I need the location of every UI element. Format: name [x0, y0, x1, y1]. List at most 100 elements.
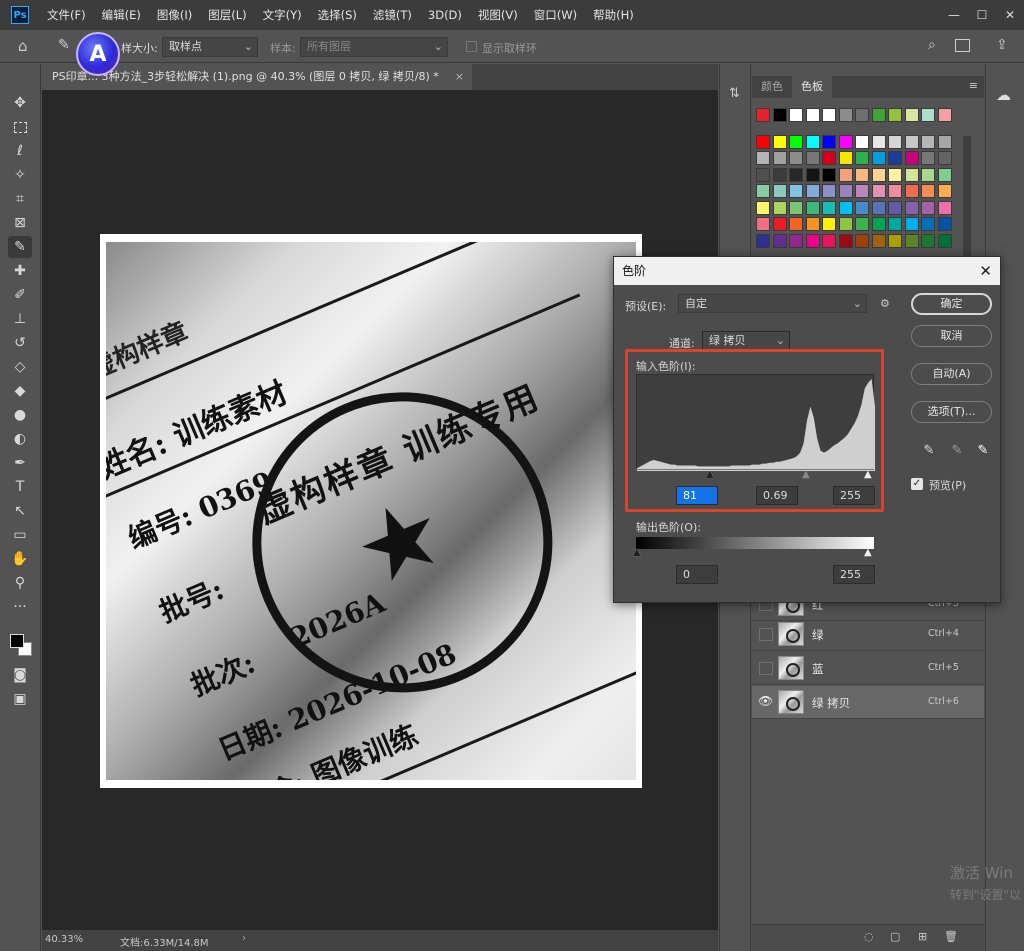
- color-swatch[interactable]: [789, 233, 803, 248]
- color-swatch[interactable]: [904, 200, 919, 215]
- color-swatch[interactable]: [904, 108, 919, 122]
- color-swatch[interactable]: [822, 200, 836, 215]
- paint-bucket-tool-icon[interactable]: ◆: [8, 380, 32, 402]
- panel-menu-icon[interactable]: ≡: [969, 79, 978, 92]
- dodge-tool-icon[interactable]: ◐: [8, 428, 32, 450]
- sample-size-select[interactable]: 取样点 ⌄: [162, 37, 258, 57]
- path-select-tool-icon[interactable]: ↖: [8, 500, 32, 522]
- color-swatch[interactable]: [871, 200, 886, 215]
- color-swatch[interactable]: [855, 167, 869, 182]
- color-swatch[interactable]: [871, 217, 886, 231]
- color-swatch[interactable]: [904, 134, 919, 149]
- menu-filter[interactable]: 滤镜(T): [365, 0, 420, 30]
- quick-mask-icon[interactable]: ◙: [8, 664, 32, 686]
- preview-checkbox[interactable]: ✓: [911, 478, 923, 490]
- color-swatch[interactable]: [838, 151, 853, 165]
- color-swatch[interactable]: [904, 184, 919, 198]
- color-swatch[interactable]: [888, 217, 902, 231]
- layer-row-green-copy[interactable]: 👁 绿 拷贝 Ctrl+6: [752, 686, 984, 719]
- color-swatch[interactable]: [805, 108, 820, 122]
- color-swatch[interactable]: [772, 108, 787, 122]
- eyedropper-icon[interactable]: ✎: [58, 37, 70, 53]
- color-swatch[interactable]: [772, 184, 787, 198]
- color-swatch[interactable]: [871, 134, 886, 149]
- color-swatch[interactable]: [888, 134, 902, 149]
- color-swatch[interactable]: [904, 151, 919, 165]
- eraser-tool-icon[interactable]: ◇: [8, 356, 32, 378]
- color-swatch[interactable]: [772, 217, 787, 231]
- group-icon[interactable]: ▢: [890, 930, 900, 943]
- color-swatch[interactable]: [822, 233, 836, 248]
- search-icon[interactable]: ⌕: [928, 37, 936, 53]
- color-swatch[interactable]: [772, 134, 787, 149]
- workspace-icon[interactable]: [955, 39, 970, 52]
- cancel-button[interactable]: 取消: [911, 325, 992, 347]
- show-ring-checkbox[interactable]: [466, 41, 477, 52]
- color-swatch[interactable]: [855, 151, 869, 165]
- move-tool-icon[interactable]: ✥: [8, 92, 32, 114]
- color-swatch[interactable]: [756, 217, 770, 231]
- output-white-field[interactable]: 255: [833, 565, 875, 584]
- color-swatch[interactable]: [822, 151, 836, 165]
- auto-button[interactable]: 自动(A): [911, 363, 992, 385]
- layer-visibility-toggle[interactable]: [759, 628, 773, 641]
- color-swatch[interactable]: [888, 108, 902, 122]
- color-swatch[interactable]: [855, 200, 869, 215]
- color-swatch[interactable]: [838, 167, 853, 182]
- color-swatch[interactable]: [789, 184, 803, 198]
- color-swatch[interactable]: [888, 200, 902, 215]
- color-swatch[interactable]: [937, 233, 952, 248]
- history-panel-icon[interactable]: ⇅: [729, 86, 740, 101]
- color-swatch[interactable]: [772, 200, 787, 215]
- black-eyedropper-icon[interactable]: ✎: [920, 443, 938, 461]
- color-swatch[interactable]: [888, 167, 902, 182]
- color-swatch[interactable]: [871, 167, 886, 182]
- color-swatch[interactable]: [756, 233, 770, 248]
- color-swatch[interactable]: [789, 108, 803, 122]
- color-swatch[interactable]: [937, 184, 952, 198]
- color-swatch[interactable]: [772, 233, 787, 248]
- color-swatch[interactable]: [921, 233, 935, 248]
- new-layer-icon[interactable]: ⊞: [918, 930, 927, 943]
- brush-tool-icon[interactable]: ✐: [8, 284, 32, 306]
- eyedropper-tool-icon[interactable]: ✎: [8, 236, 32, 258]
- adjustment-layer-icon[interactable]: ◌: [864, 930, 874, 943]
- color-swatch[interactable]: [789, 134, 803, 149]
- close-window-button[interactable]: ✕: [996, 0, 1024, 30]
- creative-cloud-icon[interactable]: ☁: [996, 86, 1011, 104]
- color-swatch[interactable]: [822, 217, 836, 231]
- crop-tool-icon[interactable]: ⌗: [8, 188, 32, 210]
- color-swatch[interactable]: [838, 108, 853, 122]
- color-swatch[interactable]: [805, 167, 820, 182]
- color-swatch[interactable]: [805, 151, 820, 165]
- color-swatch[interactable]: [871, 233, 886, 248]
- color-swatch[interactable]: [921, 200, 935, 215]
- color-swatch[interactable]: [937, 134, 952, 149]
- restore-button[interactable]: ☐: [968, 0, 996, 30]
- hand-tool-icon[interactable]: ✋: [8, 548, 32, 570]
- color-swatch[interactable]: [838, 134, 853, 149]
- history-brush-tool-icon[interactable]: ↺: [8, 332, 32, 354]
- color-swatch[interactable]: [921, 184, 935, 198]
- color-swatch[interactable]: [937, 151, 952, 165]
- blur-tool-icon[interactable]: ●: [8, 404, 32, 426]
- output-white-slider[interactable]: ▲: [864, 547, 872, 558]
- color-swatch[interactable]: [937, 217, 952, 231]
- healing-tool-icon[interactable]: ✚: [8, 260, 32, 282]
- color-swatch[interactable]: [756, 151, 770, 165]
- screen-mode-icon[interactable]: ▣: [8, 688, 32, 710]
- pen-tool-icon[interactable]: ✒: [8, 452, 32, 474]
- color-swatch[interactable]: [822, 134, 836, 149]
- color-swatch[interactable]: [871, 184, 886, 198]
- color-swatch[interactable]: [855, 217, 869, 231]
- color-swatch[interactable]: [904, 167, 919, 182]
- menu-3d[interactable]: 3D(D): [420, 0, 470, 30]
- stamp-tool-icon[interactable]: ⊥: [8, 308, 32, 330]
- layer-row-blue[interactable]: 蓝 Ctrl+5: [752, 652, 984, 685]
- color-swatch[interactable]: [805, 134, 820, 149]
- color-swatch[interactable]: [838, 184, 853, 198]
- color-swatch[interactable]: [888, 233, 902, 248]
- color-swatch[interactable]: [937, 167, 952, 182]
- tab-color[interactable]: 颜色: [752, 76, 792, 98]
- menu-window[interactable]: 窗口(W): [526, 0, 585, 30]
